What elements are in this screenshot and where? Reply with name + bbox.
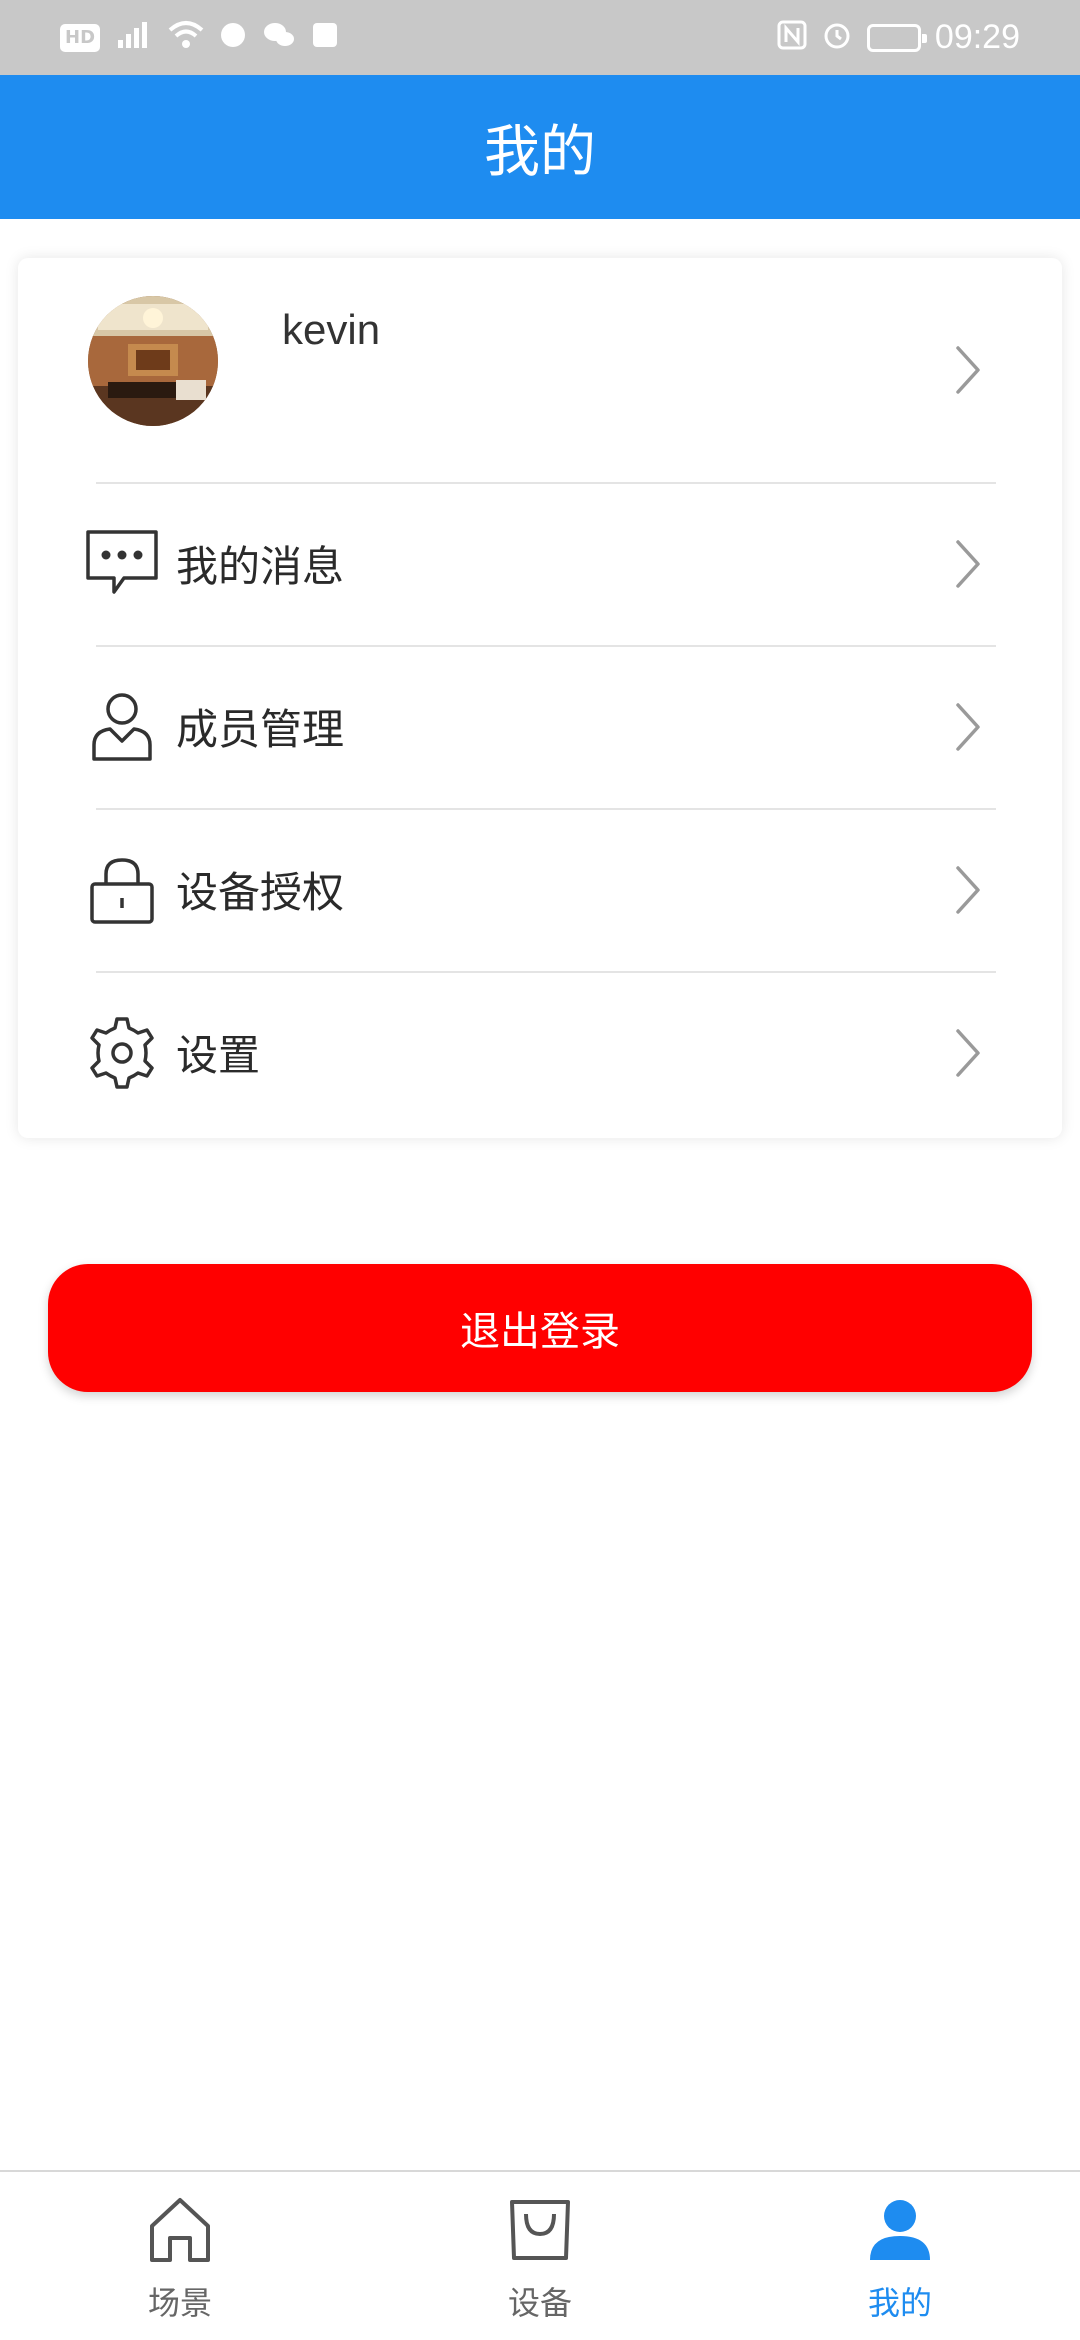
menu-item-messages[interactable]: 我的消息 xyxy=(18,482,1062,645)
username: kevin xyxy=(282,306,381,353)
bottom-nav: 场景 设备 我的 xyxy=(0,2170,1080,2340)
chevron-right-icon xyxy=(956,702,980,751)
person-icon xyxy=(870,2200,930,2260)
signal-icon xyxy=(114,20,154,56)
app-notification-icon xyxy=(218,20,248,56)
menu-item-device-auth[interactable]: 设备授权 xyxy=(18,808,1062,971)
battery-icon xyxy=(866,23,927,52)
wechat-icon xyxy=(262,20,296,56)
status-bar: HD 09:29 xyxy=(0,0,1080,75)
menu-item-members[interactable]: 成员管理 xyxy=(18,645,1062,808)
notification-icon xyxy=(310,20,340,56)
menu-item-label: 成员管理 xyxy=(176,705,345,754)
avatar[interactable] xyxy=(88,296,218,426)
status-right: 09:29 xyxy=(777,18,1020,57)
clock: 09:29 xyxy=(934,18,1020,56)
gear-icon xyxy=(84,1015,160,1091)
bag-icon xyxy=(510,2200,570,2260)
alarm-icon xyxy=(821,20,853,56)
page: HD 09:29 我的 kevin 我的消息 成员管理 设备授权 设置 退出登录… xyxy=(0,0,1080,2340)
hd-badge: HD xyxy=(60,23,101,52)
menu-item-label: 设置 xyxy=(176,1031,261,1080)
user-icon xyxy=(84,689,160,765)
menu-item-label: 我的消息 xyxy=(176,542,345,591)
nav-tab-mine[interactable]: 我的 xyxy=(800,2172,1000,2340)
chevron-right-icon xyxy=(956,1028,980,1077)
profile-row[interactable]: kevin xyxy=(18,258,1062,482)
nav-label: 我的 xyxy=(867,2284,932,2322)
logout-button[interactable]: 退出登录 xyxy=(48,1264,1032,1392)
nav-label: 设备 xyxy=(507,2284,572,2322)
message-icon xyxy=(84,526,160,602)
menu-item-label: 设备授权 xyxy=(176,868,345,917)
lock-icon xyxy=(84,852,160,928)
home-icon xyxy=(150,2198,210,2262)
nav-tab-scenes[interactable]: 场景 xyxy=(80,2172,280,2340)
nav-label: 场景 xyxy=(147,2284,212,2322)
chevron-right-icon xyxy=(956,865,980,914)
nav-tab-devices[interactable]: 设备 xyxy=(440,2172,640,2340)
header-bar: 我的 xyxy=(0,75,1080,219)
menu-item-settings[interactable]: 设置 xyxy=(18,971,1062,1134)
nfc-icon xyxy=(777,20,807,56)
profile-menu-card: kevin 我的消息 成员管理 设备授权 设置 xyxy=(18,258,1062,1138)
status-left: HD xyxy=(60,20,340,56)
chevron-right-icon xyxy=(956,346,980,394)
page-title: 我的 xyxy=(484,119,596,185)
chevron-right-icon xyxy=(956,539,980,588)
wifi-icon xyxy=(168,20,204,56)
